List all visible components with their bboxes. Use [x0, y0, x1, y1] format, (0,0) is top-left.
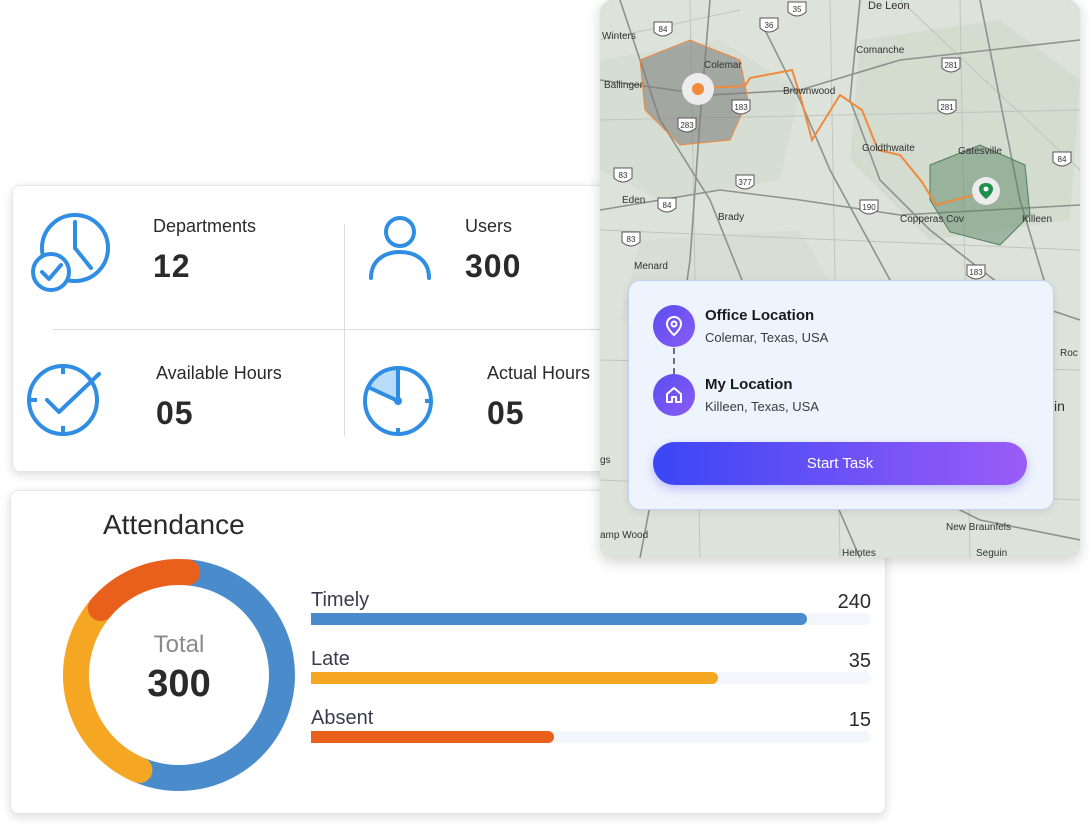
donut-total-label: Total	[153, 631, 205, 658]
route-info-card: Office Location Colemar, Texas, USA My L…	[628, 280, 1054, 510]
svg-text:283: 283	[680, 121, 694, 130]
stats-card: Departments 12 Users 300 Available Hours…	[12, 185, 654, 472]
svg-text:84: 84	[1058, 155, 1067, 164]
map-place-label: Helotes	[842, 548, 876, 558]
divider-horizontal	[53, 329, 653, 330]
svg-text:84: 84	[663, 201, 672, 210]
map-place-label: Brownwood	[783, 86, 836, 97]
bar-fill	[311, 731, 555, 743]
my-location-address: Killeen, Texas, USA	[705, 399, 819, 414]
bar-label: Late	[311, 648, 350, 670]
my-location-title: My Location	[705, 376, 793, 393]
departments-label: Departments	[153, 216, 257, 236]
road-shield-icon: 183	[966, 264, 986, 280]
location-pin-icon	[653, 305, 695, 347]
road-shield-icon: 35	[787, 1, 807, 17]
office-location-title: Office Location	[705, 307, 815, 324]
map-place-label: Killeen	[1022, 214, 1053, 225]
bar-track	[311, 672, 871, 684]
map-place-label: Eden	[622, 195, 646, 206]
home-icon	[653, 374, 695, 416]
map-place-label: Brady	[718, 212, 745, 223]
map-place-label: Goldthwaite	[862, 143, 915, 154]
users-value: 300	[465, 248, 522, 284]
bar-value: 35	[848, 650, 871, 672]
available-hours-label: Available Hours	[156, 363, 282, 383]
road-shield-icon: 283	[677, 117, 697, 133]
map-place-label: Roc	[1060, 348, 1078, 359]
attendance-title: Attendance	[103, 509, 245, 540]
svg-text:183: 183	[734, 103, 748, 112]
office-location-address: Colemar, Texas, USA	[705, 330, 829, 345]
svg-text:281: 281	[940, 103, 954, 112]
map-place-label: in	[1054, 398, 1065, 414]
divider-vertical	[344, 224, 345, 436]
map-place-label: Colemar	[704, 60, 742, 71]
attendance-row-late: Late 35	[311, 648, 871, 698]
svg-text:83: 83	[619, 171, 628, 180]
start-task-button[interactable]: Start Task	[653, 442, 1027, 485]
map-place-label: gs	[600, 455, 611, 466]
map-panel[interactable]: 84 36 281 183 377 190 84 83 83 183 283 281 84 35 De L…	[600, 0, 1080, 558]
bar-track	[311, 613, 871, 625]
map-place-label: Gatesville	[958, 146, 1002, 157]
bar-label: Timely	[311, 589, 370, 611]
bar-label: Absent	[311, 707, 374, 729]
svg-text:377: 377	[738, 178, 752, 187]
user-icon	[367, 214, 433, 287]
svg-text:281: 281	[944, 61, 958, 70]
my-location-marker-icon[interactable]	[972, 177, 1000, 205]
road-shield-icon: 377	[735, 174, 755, 190]
map-place-label: Winters	[602, 31, 636, 42]
map-place-label: Comanche	[856, 45, 905, 56]
clock-check-icon	[31, 208, 115, 301]
map-place-label: Seguin	[976, 548, 1008, 558]
road-shield-icon: 281	[941, 57, 961, 73]
clock-progress-icon	[359, 362, 437, 445]
office-marker-icon[interactable]	[682, 73, 714, 105]
svg-text:35: 35	[793, 5, 802, 14]
road-shield-icon: 84	[653, 21, 673, 37]
bar-value: 240	[837, 591, 871, 613]
road-shield-icon: 84	[1052, 151, 1072, 167]
road-shield-icon: 190	[859, 199, 879, 215]
bar-value: 15	[848, 709, 871, 731]
bar-fill	[311, 613, 807, 625]
road-shield-icon: 183	[731, 99, 751, 115]
bar-fill	[311, 672, 718, 684]
map-place-label: De Leon	[868, 0, 910, 12]
attendance-row-absent: Absent 15	[311, 707, 871, 757]
route-connector	[673, 348, 675, 374]
svg-text:36: 36	[765, 21, 774, 30]
svg-text:190: 190	[862, 203, 876, 212]
users-label: Users	[465, 216, 513, 236]
map-place-label: Ballinger	[604, 80, 643, 91]
road-shield-icon: 36	[759, 17, 779, 33]
svg-text:83: 83	[627, 235, 636, 244]
svg-text:84: 84	[659, 25, 668, 34]
clock-check-icon	[25, 360, 105, 445]
map-place-label: amp Wood	[600, 530, 649, 541]
map-place-label: Menard	[634, 261, 668, 272]
road-shield-icon: 83	[613, 167, 633, 183]
available-hours-value: 05	[156, 395, 194, 431]
attendance-row-timely: Timely 240	[311, 589, 871, 639]
road-shield-icon: 281	[937, 99, 957, 115]
road-shield-icon: 84	[657, 197, 677, 213]
bar-track	[311, 731, 871, 743]
actual-hours-label: Actual Hours	[487, 363, 591, 383]
actual-hours-value: 05	[487, 395, 525, 431]
donut-total-value: 300	[147, 663, 211, 705]
departments-value: 12	[153, 248, 191, 284]
road-shield-icon: 83	[621, 231, 641, 247]
svg-text:183: 183	[969, 268, 983, 277]
map-place-label: New Braunfels	[946, 522, 1012, 533]
map-place-label: Copperas Cov	[900, 214, 964, 225]
donut-segment-absent	[87, 559, 201, 621]
